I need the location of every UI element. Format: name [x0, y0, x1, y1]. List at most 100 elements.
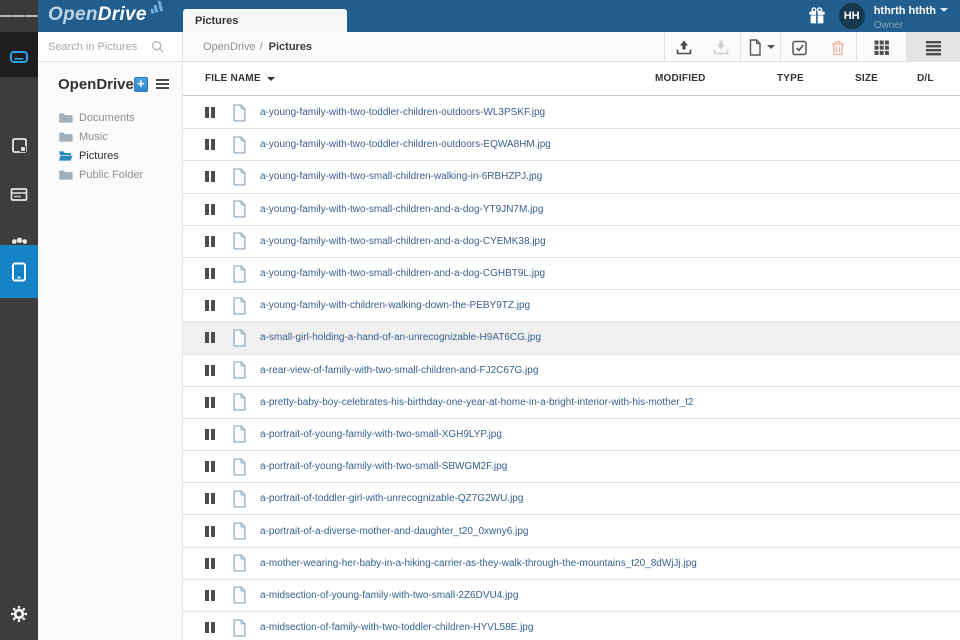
- table-row[interactable]: a-midsection-of-family-with-two-toddler-…: [183, 612, 960, 640]
- table-row[interactable]: a-young-family-with-two-small-children-a…: [183, 225, 960, 258]
- sidebar-folder-item[interactable]: Public Folder: [38, 165, 183, 184]
- file-name-link[interactable]: a-portrait-of-young-family-with-two-smal…: [260, 429, 502, 440]
- file-name-link[interactable]: a-young-family-with-children-walking-dow…: [260, 300, 530, 311]
- tab-pictures[interactable]: Pictures: [183, 9, 347, 32]
- table-row[interactable]: a-portrait-of-young-family-with-two-smal…: [183, 451, 960, 484]
- upload-button[interactable]: [664, 32, 702, 62]
- file-name-link[interactable]: a-small-girl-holding-a-hand-of-an-unreco…: [260, 332, 541, 343]
- table-row[interactable]: a-young-family-with-two-small-children-w…: [183, 161, 960, 194]
- table-row[interactable]: a-young-family-with-two-small-children-a…: [183, 193, 960, 226]
- pause-icon[interactable]: [205, 557, 217, 569]
- file-name-link[interactable]: a-midsection-of-family-with-two-toddler-…: [260, 622, 533, 633]
- pause-icon[interactable]: [205, 622, 217, 634]
- file-name-link[interactable]: a-young-family-with-two-small-children-a…: [260, 236, 546, 247]
- pause-icon[interactable]: [205, 139, 217, 151]
- rail-item-settings[interactable]: [0, 604, 38, 624]
- add-folder-button[interactable]: +: [133, 76, 148, 92]
- file-name-link[interactable]: a-young-family-with-two-toddler-children…: [260, 139, 551, 150]
- select-all-button[interactable]: [780, 32, 818, 62]
- table-row[interactable]: a-portrait-of-young-family-with-two-smal…: [183, 418, 960, 452]
- pause-icon[interactable]: [205, 332, 217, 344]
- file-name-link[interactable]: a-rear-view-of-family-with-two-small-chi…: [260, 365, 538, 376]
- table-row[interactable]: a-young-family-with-children-walking-dow…: [183, 290, 960, 323]
- table-row[interactable]: a-portrait-of-toddler-girl-with-unrecogn…: [183, 483, 960, 516]
- sub-header: OpenDrive / Pictures: [38, 32, 960, 62]
- file-name-link[interactable]: a-young-family-with-two-small-children-a…: [260, 268, 545, 279]
- table-row[interactable]: a-young-family-with-two-toddler-children…: [183, 97, 960, 130]
- breadcrumb-separator: /: [259, 41, 263, 53]
- sidebar-folder-item[interactable]: Pictures: [38, 146, 183, 165]
- table-row[interactable]: a-pretty-baby-boy-celebrates-his-birthda…: [183, 386, 960, 419]
- pause-icon[interactable]: [205, 589, 217, 601]
- user-menu[interactable]: hthrth hthth Owner: [874, 0, 952, 32]
- grid-view-button[interactable]: [856, 32, 906, 62]
- file-name-link[interactable]: a-young-family-with-two-small-children-a…: [260, 204, 543, 215]
- file-name-link[interactable]: a-portrait-of-young-family-with-two-smal…: [260, 461, 507, 472]
- logo-signal-icon: [147, 0, 163, 15]
- new-document-dropdown[interactable]: [762, 32, 780, 62]
- column-header-modified[interactable]: MODIFIED: [655, 73, 706, 84]
- rail-item-devices[interactable]: [0, 245, 38, 298]
- drive-icon: [10, 51, 28, 63]
- new-document-icon: [749, 38, 761, 56]
- download-button[interactable]: [702, 32, 740, 62]
- file-name-link[interactable]: a-midsection-of-young-family-with-two-sm…: [260, 590, 518, 601]
- pause-icon[interactable]: [205, 525, 217, 537]
- table-row[interactable]: a-young-family-with-two-toddler-children…: [183, 129, 960, 162]
- folder-icon: [59, 132, 73, 142]
- pause-icon[interactable]: [205, 428, 217, 440]
- rail-item-storage[interactable]: [0, 177, 38, 211]
- table-row[interactable]: a-portrait-of-a-diverse-mother-and-daugh…: [183, 515, 960, 548]
- file-icon: [233, 361, 246, 379]
- table-row[interactable]: a-small-girl-holding-a-hand-of-an-unreco…: [183, 322, 960, 355]
- pause-icon[interactable]: [205, 268, 217, 280]
- pause-icon[interactable]: [205, 203, 217, 215]
- pause-icon[interactable]: [205, 107, 217, 119]
- file-icon: [233, 393, 246, 411]
- list-view-button[interactable]: [906, 32, 960, 62]
- file-icon: [233, 104, 246, 122]
- file-name-link[interactable]: a-pretty-baby-boy-celebrates-his-birthda…: [260, 397, 694, 408]
- pause-icon[interactable]: [205, 300, 217, 312]
- column-header-type[interactable]: TYPE: [777, 73, 804, 84]
- pause-icon[interactable]: [205, 493, 217, 505]
- file-name-link[interactable]: a-portrait-of-a-diverse-mother-and-daugh…: [260, 526, 528, 537]
- sidebar-folder-item[interactable]: Documents: [38, 108, 183, 127]
- folder-label: Music: [79, 130, 108, 143]
- table-row[interactable]: a-mother-wearing-her-baby-in-a-hiking-ca…: [183, 547, 960, 580]
- pause-icon[interactable]: [205, 171, 217, 183]
- download-icon: [713, 40, 729, 54]
- table-row[interactable]: a-midsection-of-young-family-with-two-sm…: [183, 579, 960, 612]
- rail-item-drive[interactable]: [0, 40, 38, 74]
- folder-panel-title: OpenDrive: [58, 75, 134, 93]
- main-menu-button[interactable]: [0, 0, 39, 32]
- table-row[interactable]: a-rear-view-of-family-with-two-small-chi…: [183, 354, 960, 387]
- avatar[interactable]: HH: [838, 3, 865, 29]
- file-name-link[interactable]: a-young-family-with-two-toddler-children…: [260, 107, 545, 118]
- pause-icon[interactable]: [205, 364, 217, 376]
- chevron-down-icon: [767, 45, 775, 49]
- user-name: hthrth hthth: [873, 4, 936, 17]
- column-header-download[interactable]: D/L: [917, 73, 934, 84]
- breadcrumb-current: Pictures: [268, 41, 313, 53]
- file-name-link[interactable]: a-young-family-with-two-small-children-w…: [260, 171, 542, 182]
- search-icon[interactable]: [150, 39, 166, 55]
- pause-icon[interactable]: [205, 396, 217, 408]
- sidebar-folder-item[interactable]: Music: [38, 127, 183, 146]
- search-input[interactable]: [38, 40, 150, 53]
- column-header-filename[interactable]: FILE NAME: [205, 73, 275, 84]
- table-row[interactable]: a-young-family-with-two-small-children-a…: [183, 257, 960, 291]
- folder-panel-menu-icon[interactable]: [156, 77, 169, 91]
- delete-button[interactable]: [818, 32, 856, 62]
- rail-item-notes[interactable]: [0, 128, 38, 162]
- gift-icon[interactable]: [807, 6, 827, 26]
- pause-icon[interactable]: [205, 235, 217, 247]
- column-header-size[interactable]: SIZE: [855, 73, 878, 84]
- breadcrumb-root[interactable]: OpenDrive: [203, 41, 256, 53]
- file-name-link[interactable]: a-mother-wearing-her-baby-in-a-hiking-ca…: [260, 558, 697, 569]
- opendrive-app: OpenDrive Pictures HH hthrth hthth Owner: [0, 0, 960, 640]
- pause-icon[interactable]: [205, 461, 217, 473]
- file-name-link[interactable]: a-portrait-of-toddler-girl-with-unrecogn…: [260, 493, 523, 504]
- list-view-icon: [926, 40, 941, 55]
- folder-panel: OpenDrive + Documents Music Pictures Pub…: [38, 62, 183, 640]
